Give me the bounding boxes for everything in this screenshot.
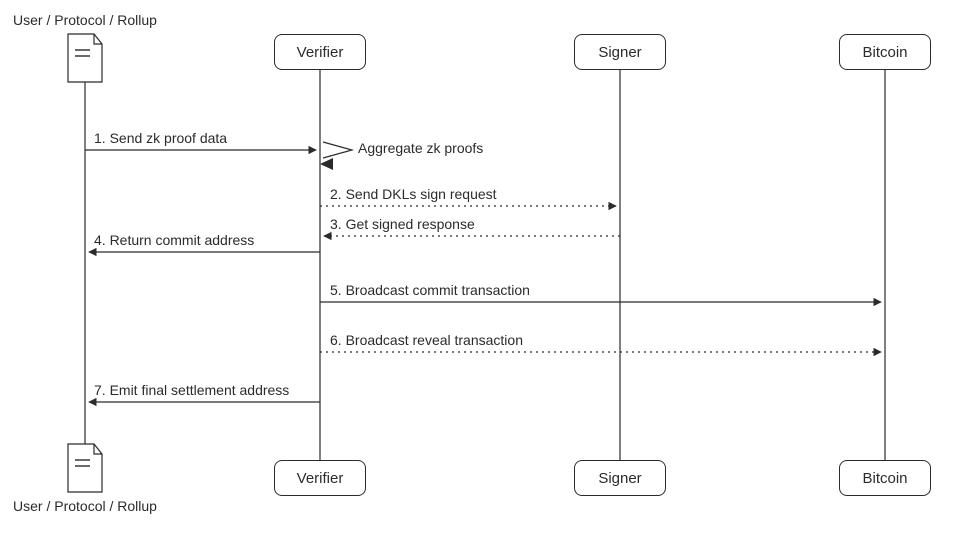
message-6-label: 6. Broadcast reveal transaction [330, 332, 523, 348]
participant-user-label-bottom: User / Protocol / Rollup [13, 498, 157, 514]
self-message-label: Aggregate zk proofs [358, 140, 483, 156]
message-4-label: 4. Return commit address [94, 232, 254, 248]
user-document-icon-bottom [68, 444, 102, 492]
participant-bitcoin-label-top: Bitcoin [862, 44, 907, 61]
participant-bitcoin-box-top: Bitcoin [839, 34, 931, 70]
message-2-label: 2. Send DKLs sign request [330, 186, 497, 202]
participant-signer-box-top: Signer [574, 34, 666, 70]
message-1-label: 1. Send zk proof data [94, 130, 227, 146]
participant-signer-label-bottom: Signer [598, 470, 641, 487]
user-document-icon-top [68, 34, 102, 82]
self-message-caret [320, 142, 352, 170]
participant-bitcoin-label-bottom: Bitcoin [862, 470, 907, 487]
participant-verifier-box-bottom: Verifier [274, 460, 366, 496]
participant-verifier-box-top: Verifier [274, 34, 366, 70]
message-7-label: 7. Emit final settlement address [94, 382, 289, 398]
participant-signer-label-top: Signer [598, 44, 641, 61]
message-3-label: 3. Get signed response [330, 216, 475, 232]
message-5-label: 5. Broadcast commit transaction [330, 282, 530, 298]
participant-bitcoin-box-bottom: Bitcoin [839, 460, 931, 496]
participant-user-label-top: User / Protocol / Rollup [13, 12, 157, 28]
participant-verifier-label-top: Verifier [297, 44, 344, 61]
participant-verifier-label-bottom: Verifier [297, 470, 344, 487]
sequence-diagram [0, 0, 965, 533]
participant-signer-box-bottom: Signer [574, 460, 666, 496]
